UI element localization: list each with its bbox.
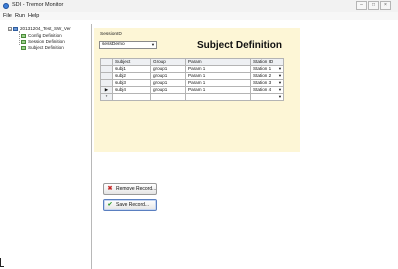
param-cell[interactable]: Param 1 xyxy=(185,79,251,87)
menu-run[interactable]: Run xyxy=(15,13,25,19)
station-cell[interactable]: ▼ xyxy=(250,93,284,101)
session-icon xyxy=(21,39,26,44)
station-cell[interactable]: Station 2 ▼ xyxy=(250,72,284,80)
grid-header-row: Subject Group Param Station ID xyxy=(100,58,284,66)
chevron-down-icon[interactable]: ▼ xyxy=(278,94,282,100)
remove-record-button[interactable]: ✖ Remove Record... xyxy=(103,183,157,195)
new-record-row[interactable]: * ▼ xyxy=(100,93,284,101)
group-cell[interactable]: group1 xyxy=(150,86,186,94)
station-cell[interactable]: Station 4 ▼ xyxy=(250,86,284,94)
param-cell[interactable] xyxy=(185,93,251,101)
table-row[interactable]: subj3 group1 Param 1 Station 3 ▼ xyxy=(100,79,284,87)
param-cell[interactable]: Param 1 xyxy=(185,72,251,80)
chevron-down-icon[interactable]: ▼ xyxy=(278,87,282,93)
row-header-corner xyxy=(100,58,113,66)
cursor-icon xyxy=(0,258,4,267)
chevron-down-icon: ▼ xyxy=(151,42,155,47)
subject-cell[interactable] xyxy=(112,93,151,101)
config-icon xyxy=(21,33,26,38)
tree-item-label: Subject Definition xyxy=(28,45,64,50)
station-value: Station 1 xyxy=(253,66,272,71)
tree-item-config-definition[interactable]: Config Definition xyxy=(21,33,62,38)
session-id-dropdown[interactable]: sessDemo ▼ xyxy=(99,41,157,49)
chevron-down-icon[interactable]: ▼ xyxy=(278,80,282,86)
subject-cell[interactable]: subj2 xyxy=(112,72,151,80)
tree-item-subject-definition[interactable]: Subject Definition xyxy=(21,45,64,50)
subject-cell[interactable]: subj3 xyxy=(112,79,151,87)
menu-file[interactable]: File xyxy=(3,13,12,19)
remove-icon: ✖ xyxy=(107,186,113,192)
subject-cell[interactable]: subj4 xyxy=(112,86,151,94)
title-bar: SDI - Tremor Monitor – □ × xyxy=(0,0,398,12)
column-header-station-id[interactable]: Station ID xyxy=(250,58,284,66)
column-header-group[interactable]: Group xyxy=(150,58,186,66)
session-id-value: sessDemo xyxy=(102,42,125,47)
station-value: Station 4 xyxy=(253,87,272,92)
tree-item-session-definition[interactable]: Session Definition xyxy=(21,39,65,44)
group-cell[interactable] xyxy=(150,93,186,101)
tree-root-label: 20131204_Test_SW_Ver xyxy=(20,26,71,31)
close-button[interactable]: × xyxy=(380,1,391,10)
tree-item-label: Config Definition xyxy=(28,33,62,38)
page-title: Subject Definition xyxy=(197,40,282,51)
group-cell[interactable]: group1 xyxy=(150,79,186,87)
row-selector[interactable] xyxy=(100,65,113,73)
table-row[interactable]: subj2 group1 Param 1 Station 2 ▼ xyxy=(100,72,284,80)
table-row[interactable]: subj1 group1 Param 1 Station 1 ▼ xyxy=(100,65,284,73)
session-id-label: SessionID xyxy=(100,32,122,37)
folder-icon xyxy=(13,26,18,31)
save-record-label: Save Record... xyxy=(116,202,150,208)
menu-help[interactable]: Help xyxy=(28,13,39,19)
column-header-subject[interactable]: Subject xyxy=(112,58,151,66)
row-selector[interactable]: ▶ xyxy=(100,86,113,94)
subject-icon xyxy=(21,45,26,50)
collapse-icon[interactable]: − xyxy=(8,26,12,31)
subject-cell[interactable]: subj1 xyxy=(112,65,151,73)
tree-root[interactable]: − 20131204_Test_SW_Ver xyxy=(8,26,71,31)
param-cell[interactable]: Param 1 xyxy=(185,86,251,94)
maximize-button[interactable]: □ xyxy=(368,1,379,10)
station-cell[interactable]: Station 1 ▼ xyxy=(250,65,284,73)
row-selector[interactable] xyxy=(100,72,113,80)
project-tree: −20131204_Test_SW_Ver Config Definition … xyxy=(7,24,92,269)
minimize-button[interactable]: – xyxy=(356,1,367,10)
table-row[interactable]: ▶ subj4 group1 Param 1 Station 4 ▼ xyxy=(100,86,284,94)
column-header-param[interactable]: Param xyxy=(185,58,251,66)
save-record-button[interactable]: ✔ Save Record... xyxy=(103,199,157,211)
row-selector[interactable] xyxy=(100,79,113,87)
param-cell[interactable]: Param 1 xyxy=(185,65,251,73)
chevron-down-icon[interactable]: ▼ xyxy=(278,66,282,72)
station-cell[interactable]: Station 3 ▼ xyxy=(250,79,284,87)
group-cell[interactable]: group1 xyxy=(150,65,186,73)
remove-record-label: Remove Record... xyxy=(116,186,157,192)
check-icon: ✔ xyxy=(107,202,113,208)
tree-item-label: Session Definition xyxy=(28,39,65,44)
station-value: Station 2 xyxy=(253,73,272,78)
new-row-marker[interactable]: * xyxy=(100,93,113,101)
window-title: SDI - Tremor Monitor xyxy=(12,2,64,8)
subject-grid: Subject Group Param Station ID subj1 gro… xyxy=(100,58,284,101)
station-value: Station 3 xyxy=(253,80,272,85)
chevron-down-icon[interactable]: ▼ xyxy=(278,73,282,79)
menu-bar: File Run Help xyxy=(0,12,398,20)
group-cell[interactable]: group1 xyxy=(150,72,186,80)
app-icon xyxy=(3,3,9,9)
